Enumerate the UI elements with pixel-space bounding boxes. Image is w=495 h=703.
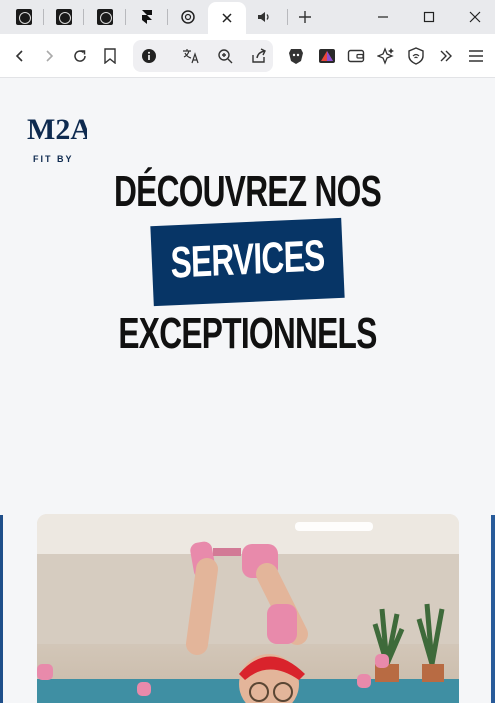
leo-ai-icon bbox=[377, 47, 394, 65]
tab-divider bbox=[125, 9, 126, 25]
site-icon bbox=[16, 9, 32, 25]
more-icon bbox=[440, 50, 452, 62]
tab-strip bbox=[0, 0, 495, 34]
headline-line-1: DÉCOUVREZ NOS bbox=[113, 167, 382, 216]
site-icon bbox=[97, 9, 113, 25]
zoom-icon bbox=[218, 49, 233, 64]
bookmark-icon bbox=[104, 48, 116, 64]
headline-line-3: EXCEPTIONNELS bbox=[118, 309, 377, 358]
framer-icon bbox=[142, 10, 152, 24]
browser-tab[interactable] bbox=[247, 4, 281, 30]
active-tab[interactable] bbox=[208, 2, 246, 34]
tab-divider bbox=[287, 9, 288, 25]
share-button[interactable] bbox=[249, 46, 269, 66]
maximize-icon bbox=[423, 11, 435, 23]
forward-icon bbox=[46, 50, 54, 62]
service-card-image[interactable] bbox=[37, 514, 459, 703]
openai-icon bbox=[181, 10, 195, 24]
vpn-button[interactable] bbox=[406, 46, 426, 66]
wallet-icon bbox=[347, 49, 365, 63]
site-icon bbox=[56, 9, 72, 25]
wallet-button[interactable] bbox=[346, 46, 366, 66]
brave-shield-icon bbox=[289, 49, 303, 64]
minimize-icon bbox=[378, 16, 388, 18]
tab-divider bbox=[83, 9, 84, 25]
reload-icon bbox=[74, 50, 86, 62]
info-icon bbox=[142, 49, 156, 63]
translate-icon bbox=[183, 49, 199, 64]
browser-toolbar bbox=[0, 34, 495, 78]
back-button[interactable] bbox=[10, 46, 30, 66]
browser-tab[interactable] bbox=[88, 4, 122, 30]
plus-icon bbox=[299, 11, 311, 23]
close-icon bbox=[469, 11, 481, 23]
bookmark-button[interactable] bbox=[100, 46, 120, 66]
page-viewport: M2A FIT BY DÉCOUVREZ NOS SERVICES EXCEPT… bbox=[0, 78, 495, 703]
site-info-button[interactable] bbox=[139, 46, 159, 66]
menu-icon bbox=[469, 50, 483, 62]
tab-divider bbox=[167, 9, 168, 25]
browser-tab[interactable] bbox=[171, 4, 205, 30]
minimize-button[interactable] bbox=[373, 7, 393, 27]
carousel-prev-card[interactable] bbox=[0, 515, 3, 703]
rewards-icon bbox=[319, 49, 335, 63]
close-window-button[interactable] bbox=[465, 7, 485, 27]
fitness-class-photo bbox=[37, 514, 459, 703]
reload-button[interactable] bbox=[70, 46, 90, 66]
close-icon[interactable] bbox=[222, 13, 232, 23]
zoom-button[interactable] bbox=[215, 46, 235, 66]
forward-button[interactable] bbox=[39, 46, 59, 66]
headline-highlight: SERVICES bbox=[169, 231, 325, 288]
extensions-more-button[interactable] bbox=[436, 46, 456, 66]
main-menu-button[interactable] bbox=[466, 46, 486, 66]
rewards-button[interactable] bbox=[317, 46, 337, 66]
address-bar[interactable] bbox=[133, 40, 273, 72]
browser-tab[interactable] bbox=[47, 4, 81, 30]
browser-tab[interactable] bbox=[130, 4, 164, 30]
vpn-icon bbox=[408, 47, 424, 65]
brave-shield-button[interactable] bbox=[286, 46, 306, 66]
maximize-button[interactable] bbox=[419, 7, 439, 27]
share-icon bbox=[252, 48, 266, 63]
speaker-icon bbox=[258, 12, 269, 22]
leo-ai-button[interactable] bbox=[376, 46, 396, 66]
new-tab-button[interactable] bbox=[295, 7, 315, 27]
translate-button[interactable] bbox=[181, 46, 201, 66]
logo-mark: M2A bbox=[27, 113, 87, 146]
back-icon bbox=[15, 50, 23, 62]
carousel-next-card[interactable] bbox=[491, 515, 495, 703]
browser-tab[interactable] bbox=[7, 4, 41, 30]
logo-caption: FIT BY bbox=[33, 154, 74, 164]
tab-divider bbox=[43, 9, 44, 25]
